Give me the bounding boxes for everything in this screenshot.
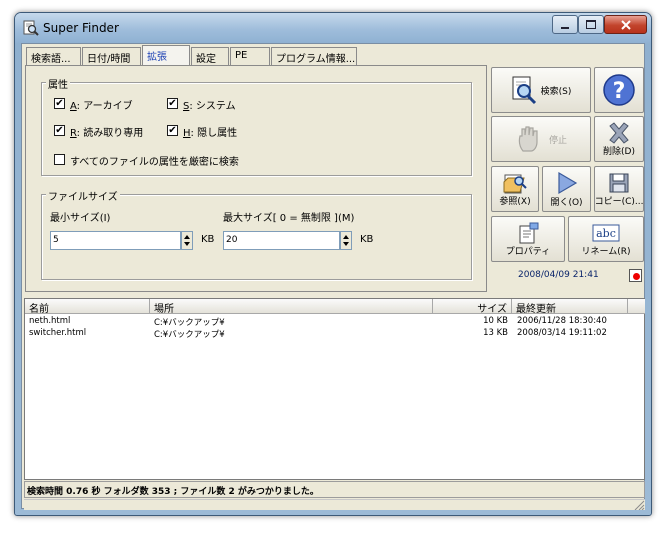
magnifier-app-icon <box>23 20 39 36</box>
tab-pe[interactable]: PE <box>230 47 270 65</box>
search-button[interactable]: 検索(S) <box>491 67 591 113</box>
hidden-label: H: 隠し属性 <box>183 128 238 139</box>
browse-button-label: 参照(X) <box>499 196 531 207</box>
window-title: Super Finder <box>43 21 119 35</box>
tab-extended[interactable]: 拡張 <box>142 45 190 66</box>
tab-settings[interactable]: 設定 <box>191 47 229 65</box>
system-label: S: システム <box>183 101 236 112</box>
stop-button-label: 停止 <box>548 135 567 146</box>
svg-text:abc: abc <box>596 227 616 240</box>
properties-button-label: プロパティ <box>505 246 551 257</box>
delete-button-label: 削除(D) <box>603 146 635 157</box>
svg-text:?: ? <box>613 79 626 104</box>
attributes-legend: 属性 <box>46 76 70 91</box>
max-size-label: 最大サイズ[ 0 = 無制限 ](M) <box>223 213 355 224</box>
rename-abc-icon: abc <box>592 224 620 241</box>
rename-button[interactable]: abc リネーム(R) <box>568 216 644 262</box>
status-bar: 検索時間 0.76 秒 フォルダ数 353 ; ファイル数 2 がみつかりました… <box>24 481 645 498</box>
readonly-label: R: 読み取り専用 <box>70 128 144 139</box>
search-magnifier-icon <box>512 76 536 105</box>
properties-button[interactable]: プロパティ <box>491 216 565 262</box>
client-area: 検索語... 日付/時間 拡張 設定 PE プログラム情報... 属性 ✔ A:… <box>21 43 645 510</box>
column-header-modified[interactable]: 最終更新 <box>512 299 628 315</box>
app-window: Super Finder 検索語... 日付/時間 拡張 設定 PE プログラム… <box>14 12 652 516</box>
tab-panel-extended: 属性 ✔ A: アーカイブ ✔ S: システム ✔ R: 読み取り専用 ✔ H:… <box>25 65 487 292</box>
table-row[interactable]: neth.html C:¥バックアップ¥ 10 KB 2006/11/28 18… <box>25 316 644 328</box>
question-icon: ? <box>603 74 635 106</box>
column-header-filler <box>628 299 645 314</box>
hand-stop-icon <box>518 126 538 152</box>
copy-button-label: コピー(C)... <box>594 196 644 207</box>
minimize-button[interactable] <box>552 15 578 34</box>
cell-size: 13 KB <box>483 328 508 338</box>
close-icon <box>620 19 631 30</box>
min-size-label: 最小サイズ(I) <box>50 213 111 224</box>
minimize-icon <box>561 26 569 29</box>
floppy-disk-icon <box>609 173 629 192</box>
min-size-spinner[interactable] <box>181 231 193 250</box>
cell-size: 10 KB <box>483 316 508 326</box>
strict-attributes-label: すべてのファイルの属性を厳密に検索 <box>70 157 239 168</box>
readonly-checkbox[interactable]: ✔ <box>54 125 65 136</box>
open-button[interactable]: 開く(O) <box>542 166 591 212</box>
help-button[interactable]: ? <box>594 67 644 113</box>
column-header-name[interactable]: 名前 <box>25 299 150 315</box>
results-list: 名前 場所 サイズ 最終更新 neth.html C:¥バックアップ¥ 10 K… <box>24 298 645 480</box>
column-header-location[interactable]: 場所 <box>150 299 433 315</box>
play-arrow-icon <box>557 171 577 194</box>
maximize-icon <box>586 20 596 29</box>
record-indicator[interactable] <box>629 269 642 282</box>
strict-attributes-checkbox[interactable] <box>54 154 65 165</box>
open-button-label: 開く(O) <box>550 197 583 208</box>
search-button-label: 検索(S) <box>540 86 572 97</box>
browse-button[interactable]: 参照(X) <box>491 166 539 212</box>
cell-modified: 2008/03/14 19:11:02 <box>517 328 607 338</box>
archive-label: A: アーカイブ <box>70 101 133 112</box>
tab-date-time[interactable]: 日付/時間 <box>82 47 141 65</box>
resize-grip-icon[interactable] <box>633 499 645 510</box>
rename-button-label: リネーム(R) <box>581 246 631 257</box>
spin-arrows-icon <box>343 235 349 246</box>
system-checkbox[interactable]: ✔ <box>167 98 178 109</box>
cell-name: neth.html <box>29 316 71 326</box>
tab-search-terms[interactable]: 検索語... <box>26 47 81 65</box>
close-button[interactable] <box>604 15 647 34</box>
column-header-size[interactable]: サイズ <box>433 299 512 315</box>
delete-button[interactable]: 削除(D) <box>594 116 644 162</box>
red-dot-icon <box>633 273 640 280</box>
tab-program-info[interactable]: プログラム情報... <box>271 47 357 65</box>
cell-modified: 2006/11/28 18:30:40 <box>517 316 607 326</box>
cell-name: switcher.html <box>29 328 87 338</box>
title-bar[interactable]: Super Finder <box>15 13 651 43</box>
archive-checkbox[interactable]: ✔ <box>54 98 65 109</box>
max-size-input[interactable]: 20 <box>223 231 340 250</box>
hidden-checkbox[interactable]: ✔ <box>167 125 178 136</box>
properties-document-icon <box>519 222 539 243</box>
spin-arrows-icon <box>184 235 190 246</box>
filesize-legend: ファイルサイズ <box>46 188 120 203</box>
status-bar-secondary <box>24 499 645 510</box>
min-size-unit: KB <box>201 234 215 245</box>
max-size-spinner[interactable] <box>340 231 352 250</box>
max-size-unit: KB <box>360 234 374 245</box>
maximize-button[interactable] <box>578 15 604 34</box>
copy-button[interactable]: コピー(C)... <box>594 166 644 212</box>
cell-location: C:¥バックアップ¥ <box>154 330 225 340</box>
min-size-input[interactable]: 5 <box>50 231 181 250</box>
delete-x-icon <box>609 121 629 144</box>
table-row[interactable]: switcher.html C:¥バックアップ¥ 13 KB 2008/03/1… <box>25 328 644 340</box>
browse-folder-icon <box>503 174 527 193</box>
stop-button[interactable]: 停止 <box>491 116 591 162</box>
cell-location: C:¥バックアップ¥ <box>154 318 225 328</box>
datetime-display: 2008/04/09 21:41 <box>518 270 599 280</box>
